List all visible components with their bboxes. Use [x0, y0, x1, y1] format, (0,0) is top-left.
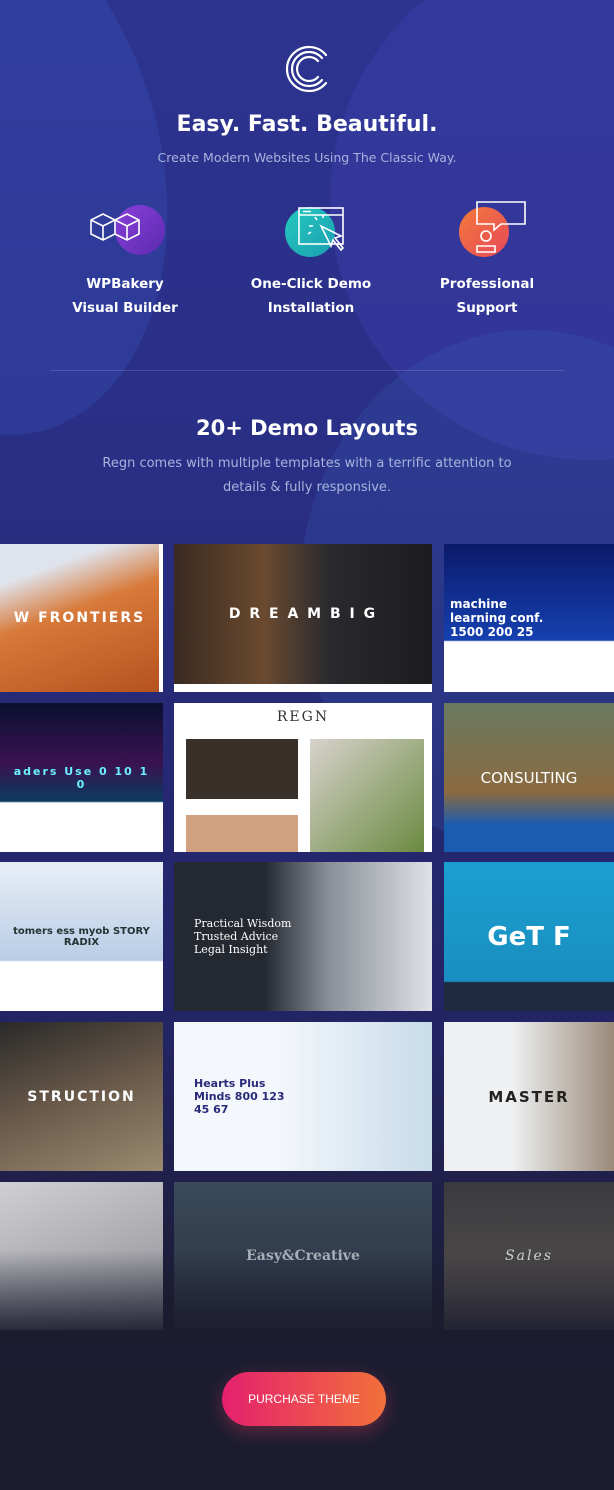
thumbnail-text: REGN: [276, 709, 330, 725]
feature-label: Support: [456, 300, 518, 316]
thumbnail-text: CONSULTING: [480, 768, 578, 787]
thumbnail-text: tomers ess myob STORY RADIX: [13, 925, 150, 948]
thumbnail-text: STRUCTION: [27, 1088, 136, 1105]
thumbnail-text: Practical Wisdom Trusted Advice Legal In…: [194, 917, 292, 956]
feature-label: Professional: [439, 276, 535, 292]
demo-thumbnail[interactable]: D R E A M B I G: [174, 544, 432, 692]
demo-thumbnail[interactable]: MASTER: [444, 1022, 614, 1171]
logo-icon: [285, 45, 328, 93]
thumbnail-text: GeT F: [487, 921, 571, 952]
demo-thumbnail[interactable]: aders Use 0 10 1 0: [0, 703, 163, 852]
chat-support-icon: [476, 201, 526, 253]
feature-one-click-demo: One-Click Demo Installation: [221, 200, 401, 320]
hero-title: Easy. Fast. Beautiful.: [176, 112, 438, 137]
demo-thumbnail[interactable]: Practical Wisdom Trusted Advice Legal In…: [174, 862, 432, 1011]
demo-thumbnail[interactable]: Hearts Plus Minds 800 123 45 67: [174, 1022, 432, 1171]
browser-click-icon: [298, 207, 345, 252]
demo-thumbnail[interactable]: REGN: [174, 703, 432, 852]
purchase-theme-button[interactable]: PURCHASE THEME: [222, 1372, 386, 1426]
feature-label: WPBakery: [86, 276, 164, 292]
thumbnail-text: Easy&Creative: [246, 1248, 360, 1264]
feature-professional-support: Professional Support: [397, 200, 577, 320]
demo-thumbnail[interactable]: machine learning conf. 1500 200 25: [444, 544, 614, 692]
demo-thumbnail[interactable]: GeT F: [444, 862, 614, 1011]
cubes-icon: [90, 213, 140, 241]
demo-thumbnail[interactable]: W FRONTIERS: [0, 544, 163, 692]
demos-description: Regn comes with multiple templates with …: [102, 456, 512, 495]
feature-label: Visual Builder: [72, 300, 178, 316]
demo-thumbnail[interactable]: tomers ess myob STORY RADIX: [0, 862, 163, 1011]
thumbnail-text: W FRONTIERS: [13, 610, 146, 626]
demos-title: 20+ Demo Layouts: [196, 416, 418, 440]
hero-subtitle: Create Modern Websites Using The Classic…: [157, 150, 457, 165]
thumbnail-text: machine learning conf. 1500 200 25: [450, 597, 544, 639]
thumbnail-text: MASTER: [488, 1087, 570, 1106]
page: Easy. Fast. Beautiful. Create Modern Web…: [0, 0, 614, 1490]
demo-thumbnail[interactable]: CONSULTING: [444, 703, 614, 852]
thumbnail-text: aders Use 0 10 1 0: [13, 764, 150, 791]
divider: [50, 370, 564, 371]
feature-label: Installation: [267, 300, 355, 316]
demo-thumbnail[interactable]: STRUCTION: [0, 1022, 163, 1171]
feature-wpbakery: WPBakery Visual Builder: [35, 200, 215, 320]
feature-label: One-Click Demo: [250, 276, 372, 292]
thumbnail-text: Sales: [505, 1248, 553, 1264]
thumbnail-text: Hearts Plus Minds 800 123 45 67: [194, 1077, 285, 1116]
thumbnail-text: D R E A M B I G: [228, 606, 378, 622]
